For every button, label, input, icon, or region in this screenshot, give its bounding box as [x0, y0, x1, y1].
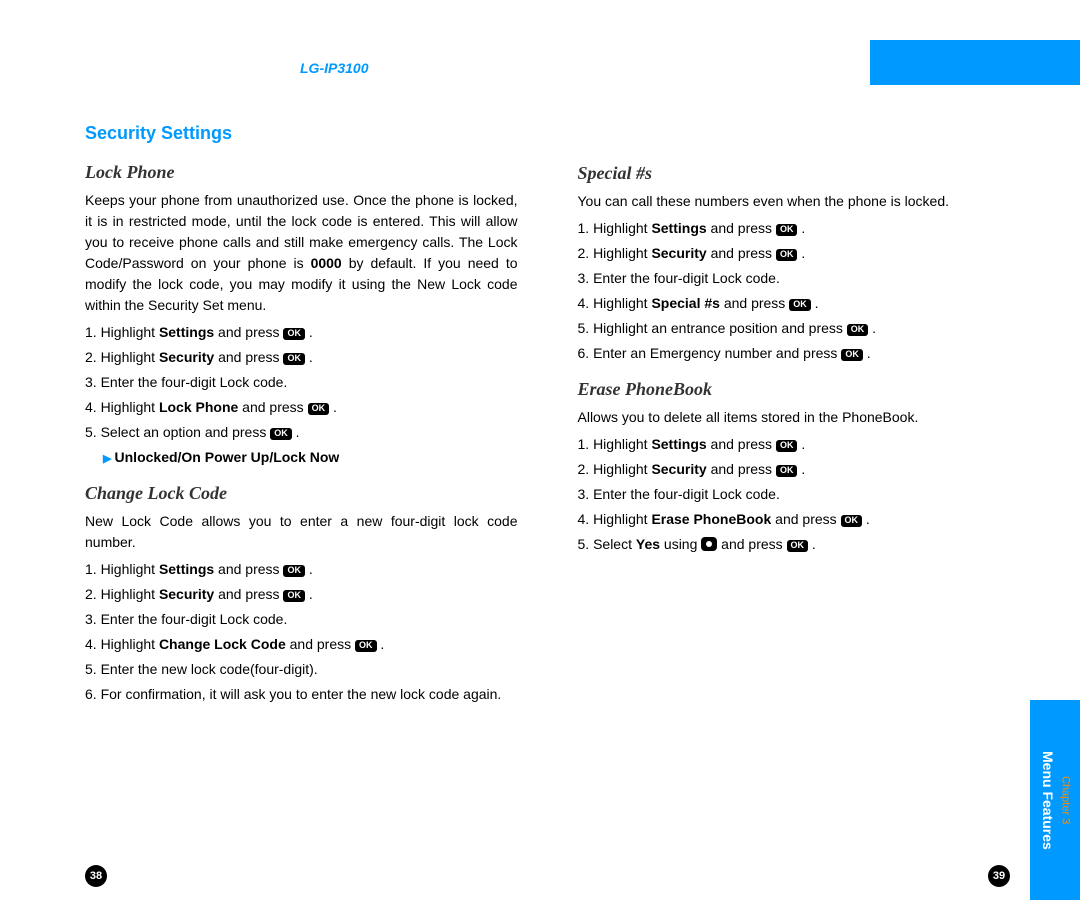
lock-phone-para: Keeps your phone from unauthorized use. …: [85, 190, 518, 316]
section-title: Security Settings: [85, 120, 518, 147]
header-model-left: LG-IP3100: [300, 60, 368, 76]
ok-icon: OK: [776, 249, 798, 261]
ok-icon: OK: [283, 353, 305, 365]
ok-icon: OK: [283, 565, 305, 577]
page-number-right: 39: [988, 865, 1010, 887]
ok-icon: OK: [841, 349, 863, 361]
ok-icon: OK: [776, 465, 798, 477]
special-para: You can call these numbers even when the…: [578, 191, 1011, 212]
lp-step3: 3. Enter the four-digit Lock code.: [85, 372, 518, 393]
sp-step2: 2. Highlight Security and press OK .: [578, 243, 1011, 264]
header-tab: [870, 40, 1080, 85]
lp-step2: 2. Highlight Security and press OK .: [85, 347, 518, 368]
nav-icon: [701, 537, 717, 551]
ok-icon: OK: [283, 328, 305, 340]
cl-step2: 2. Highlight Security and press OK .: [85, 584, 518, 605]
lp-step1: 1. Highlight Settings and press OK .: [85, 322, 518, 343]
erase-title: Erase PhoneBook: [578, 376, 1011, 403]
er-step2: 2. Highlight Security and press OK .: [578, 459, 1011, 480]
right-column: Special #s You can call these numbers ev…: [578, 120, 1011, 849]
lp-bullet: Unlocked/On Power Up/Lock Now: [103, 447, 518, 468]
ok-icon: OK: [776, 440, 798, 452]
sp-step3: 3. Enter the four-digit Lock code.: [578, 268, 1011, 289]
er-step1: 1. Highlight Settings and press OK .: [578, 434, 1011, 455]
lp-step4: 4. Highlight Lock Phone and press OK .: [85, 397, 518, 418]
er-step3: 3. Enter the four-digit Lock code.: [578, 484, 1011, 505]
lock-phone-title: Lock Phone: [85, 159, 518, 186]
cl-step3: 3. Enter the four-digit Lock code.: [85, 609, 518, 630]
header-model-right: LG-IP3100: [800, 60, 868, 76]
chapter-title: Menu Features: [1038, 751, 1058, 850]
cl-step6: 6. For confirmation, it will ask you to …: [85, 684, 518, 705]
page-content: Security Settings Lock Phone Keeps your …: [85, 120, 1010, 849]
ok-icon: OK: [355, 640, 377, 652]
sp-step5: 5. Highlight an entrance position and pr…: [578, 318, 1011, 339]
chapter-tab: Chapter 3 Menu Features: [1030, 700, 1080, 900]
erase-para: Allows you to delete all items stored in…: [578, 407, 1011, 428]
special-title: Special #s: [578, 160, 1011, 187]
change-lock-para: New Lock Code allows you to enter a new …: [85, 511, 518, 553]
ok-icon: OK: [283, 590, 305, 602]
ok-icon: OK: [270, 428, 292, 440]
change-lock-title: Change Lock Code: [85, 480, 518, 507]
page-number-left: 38: [85, 865, 107, 887]
cl-step4: 4. Highlight Change Lock Code and press …: [85, 634, 518, 655]
sp-step1: 1. Highlight Settings and press OK .: [578, 218, 1011, 239]
ok-icon: OK: [847, 324, 869, 336]
er-step5: 5. Select Yes using and press OK .: [578, 534, 1011, 555]
lp-step5: 5. Select an option and press OK .: [85, 422, 518, 443]
ok-icon: OK: [789, 299, 811, 311]
ok-icon: OK: [841, 515, 863, 527]
er-step4: 4. Highlight Erase PhoneBook and press O…: [578, 509, 1011, 530]
ok-icon: OK: [776, 224, 798, 236]
sp-step4: 4. Highlight Special #s and press OK .: [578, 293, 1011, 314]
left-column: Security Settings Lock Phone Keeps your …: [85, 120, 518, 849]
cl-step1: 1. Highlight Settings and press OK .: [85, 559, 518, 580]
chapter-label: Chapter 3: [1057, 751, 1072, 850]
ok-icon: OK: [308, 403, 330, 415]
sp-step6: 6. Enter an Emergency number and press O…: [578, 343, 1011, 364]
cl-step5: 5. Enter the new lock code(four-digit).: [85, 659, 518, 680]
ok-icon: OK: [787, 540, 809, 552]
